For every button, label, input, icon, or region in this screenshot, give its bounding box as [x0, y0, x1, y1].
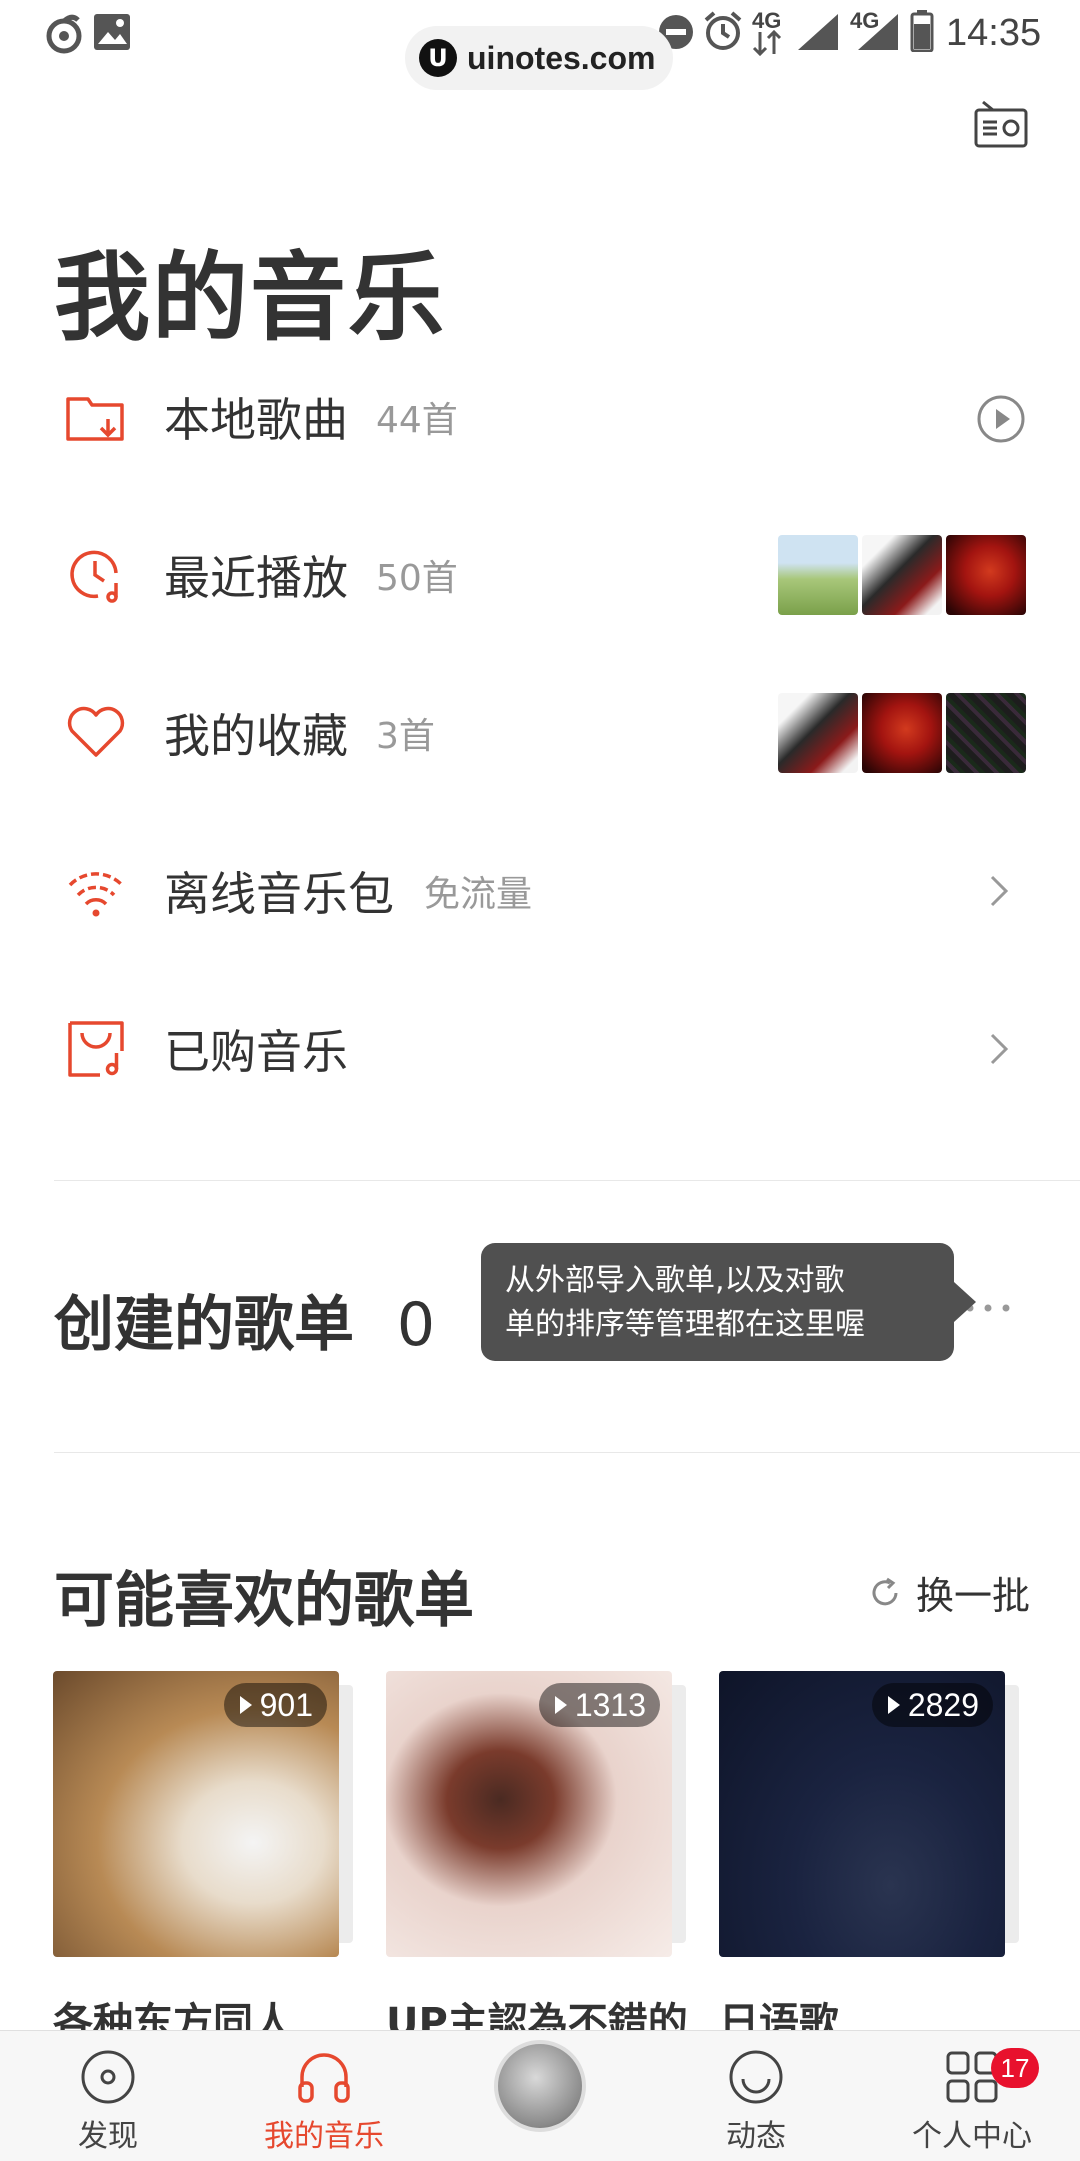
watermark-logo: U [419, 39, 457, 77]
row-count: 3首 [376, 716, 435, 757]
alarm-icon [704, 11, 742, 50]
row-label: 离线音乐包 [164, 867, 394, 921]
tab-my-music[interactable]: 我的音乐 [216, 2031, 432, 2161]
album-cover [946, 693, 1026, 773]
album-cover [862, 693, 942, 773]
gallery-icon [94, 14, 130, 50]
headphones-icon [298, 2053, 350, 2103]
clock-music-icon [70, 550, 118, 603]
play-count-badge: 2829 [871, 1683, 993, 1727]
disc-icon [81, 2050, 135, 2104]
row-purchased-music[interactable]: 已购音乐 [0, 974, 1080, 1124]
card-stack-edge [672, 1685, 686, 1943]
refresh-button[interactable]: 换一批 [868, 1565, 1030, 1620]
play-count-badge: 901 [223, 1683, 327, 1727]
notification-badge: 17 [991, 2048, 1039, 2088]
tab-label: 我的音乐 [264, 2119, 384, 2154]
tooltip-arrow [954, 1282, 976, 1322]
playlist-count: 0 [396, 1290, 436, 1360]
chevron-right-icon [990, 875, 1009, 907]
row-count: 50首 [376, 558, 458, 599]
divider [54, 1452, 1080, 1453]
signal-icon-1 [798, 14, 838, 50]
tooltip-line-2: 单的排序等管理都在这里喔 [505, 1307, 865, 1342]
bag-music-icon [68, 1021, 124, 1077]
refresh-icon [872, 1577, 898, 1605]
watermark-text: uinotes.com [467, 39, 656, 76]
recommended-title: 可能喜欢的歌单 [54, 1566, 474, 1636]
refresh-label: 换一批 [916, 1574, 1031, 1618]
wifi-icon [68, 872, 124, 917]
row-label: 我的收藏 [164, 709, 348, 763]
playlist-card[interactable]: 1313 [386, 1671, 686, 1957]
row-favorites[interactable]: 我的收藏 3首 [0, 658, 1080, 808]
now-playing-disc[interactable] [494, 2040, 586, 2132]
created-playlists-title[interactable]: 创建的歌单 0 [54, 1276, 435, 1363]
row-subtitle: 免流量 [424, 874, 533, 915]
cover-thumbnails [778, 535, 1026, 615]
signal-icon-2 [858, 14, 898, 50]
heart-icon [67, 706, 125, 757]
row-count: 44首 [376, 400, 458, 441]
play-circle-icon[interactable] [976, 394, 1026, 444]
play-count-badge: 1313 [538, 1683, 660, 1727]
album-cover [778, 693, 858, 773]
clock: 14:35 [946, 12, 1042, 54]
row-label: 已购音乐 [164, 1025, 348, 1079]
smile-icon [729, 2050, 783, 2104]
album-cover [946, 535, 1026, 615]
row-label: 本地歌曲 [164, 393, 348, 447]
row-label: 最近播放 [164, 551, 348, 605]
watermark: U uinotes.com [405, 26, 673, 90]
page-title: 我的音乐 [54, 242, 446, 354]
radio-icon[interactable] [973, 98, 1029, 150]
cover-thumbnails [778, 693, 1026, 773]
netease-music-icon [46, 14, 82, 54]
tab-profile[interactable]: 个人中心 [864, 2031, 1080, 2161]
folder-download-icon [66, 397, 124, 441]
playlist-card[interactable]: 2829 [719, 1671, 1019, 1957]
battery-icon [910, 10, 934, 52]
tooltip: 从外部导入歌单,以及对歌 单的排序等管理都在这里喔 [481, 1243, 954, 1361]
album-cover [862, 535, 942, 615]
row-recently-played[interactable]: 最近播放 50首 [0, 500, 1080, 650]
tab-discover[interactable]: 发现 [0, 2031, 216, 2161]
playlist-card[interactable]: 901 [53, 1671, 353, 1957]
tab-feed[interactable]: 动态 [648, 2031, 864, 2161]
divider [54, 1180, 1080, 1181]
section-title-text: 创建的歌单 [54, 1290, 354, 1360]
chevron-right-icon [990, 1033, 1009, 1065]
tab-label: 动态 [726, 2119, 786, 2154]
tooltip-line-1: 从外部导入歌单,以及对歌 [505, 1263, 845, 1298]
album-cover [778, 535, 858, 615]
tab-label: 个人中心 [912, 2119, 1032, 2154]
card-stack-edge [1005, 1685, 1019, 1943]
row-offline-package[interactable]: 离线音乐包 免流量 [0, 816, 1080, 966]
card-stack-edge [339, 1685, 353, 1943]
data-arrows-icon [752, 30, 782, 56]
row-local-songs[interactable]: 本地歌曲 44首 [0, 342, 1080, 492]
tab-label: 发现 [78, 2119, 138, 2154]
